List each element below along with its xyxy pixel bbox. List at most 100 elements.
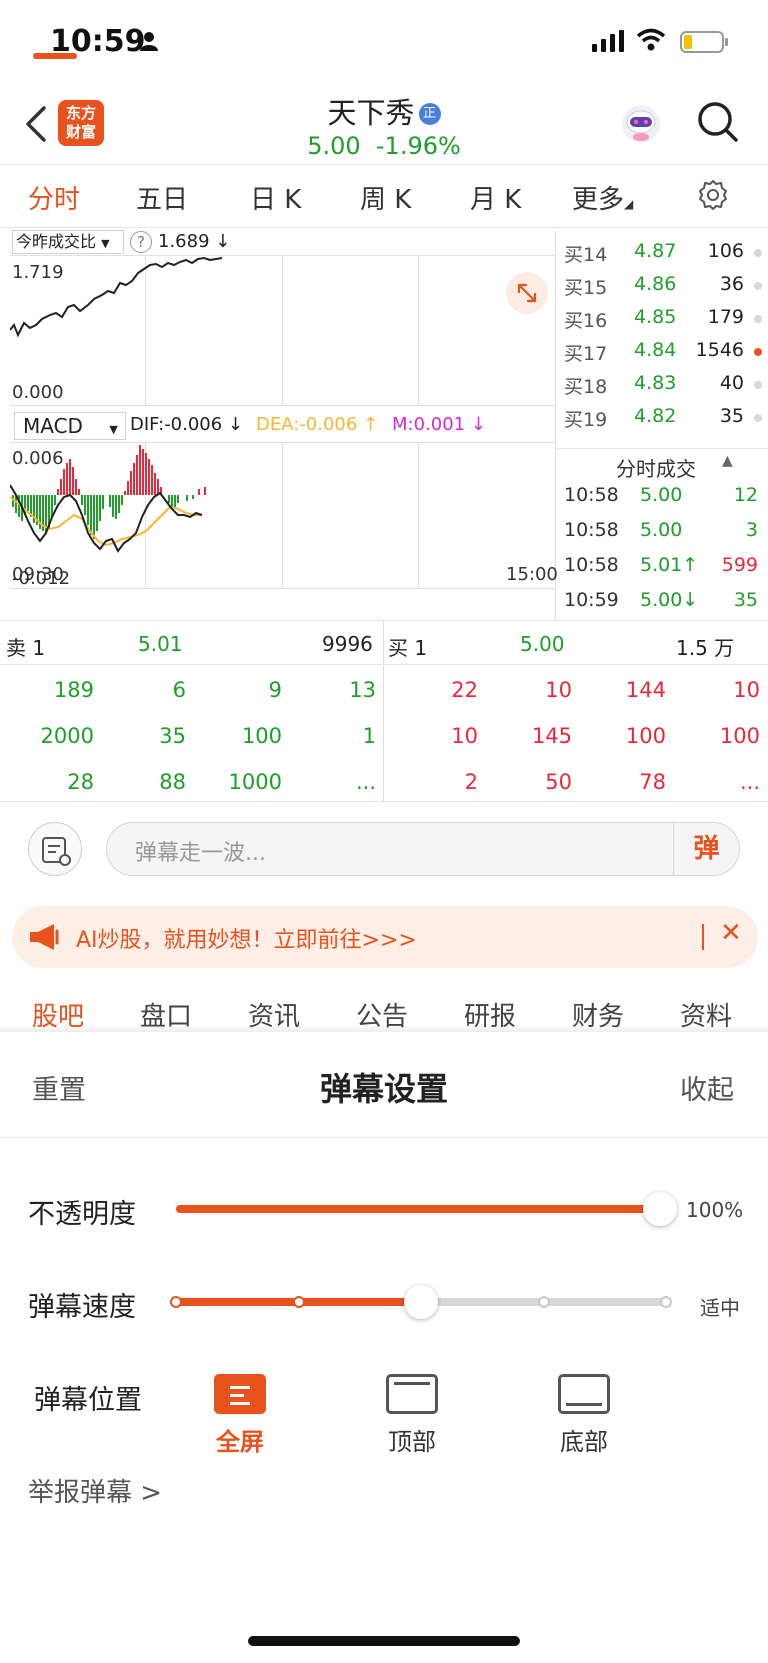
caret-up-icon: ▲ bbox=[722, 453, 733, 469]
order-volume: 179 bbox=[707, 306, 744, 328]
search-icon[interactable] bbox=[696, 100, 740, 144]
wifi-icon bbox=[636, 28, 666, 51]
order-price: 4.84 bbox=[634, 339, 677, 361]
macd-bars-red bbox=[57, 445, 206, 495]
order-volume: 106 bbox=[707, 240, 744, 262]
tab-more[interactable]: 更多◢ bbox=[572, 179, 633, 216]
buy-queue-cell: 10 bbox=[545, 678, 572, 702]
danmu-list-button[interactable] bbox=[28, 822, 82, 876]
speed-step-tick[interactable] bbox=[292, 1296, 305, 1308]
order-level-label: 买15 bbox=[564, 277, 608, 299]
volume-dot bbox=[754, 315, 762, 323]
report-danmu-link[interactable]: 举报弹幕 > bbox=[28, 1472, 162, 1509]
trade-row: 10:58 5.00 3 bbox=[564, 519, 764, 552]
ratio-selector[interactable]: 今昨成交比 ▼ bbox=[12, 230, 124, 254]
expand-icon[interactable] bbox=[506, 272, 548, 314]
collapse-button[interactable]: 收起 bbox=[680, 1068, 734, 1107]
tab-monthly-k[interactable]: 月 K bbox=[470, 179, 521, 216]
note-icon bbox=[42, 837, 71, 866]
order-price: 4.85 bbox=[634, 306, 677, 328]
tab-five-day[interactable]: 五日 bbox=[136, 179, 188, 216]
speed-label: 弹幕速度 bbox=[28, 1292, 136, 1323]
indicator-selector[interactable]: MACD ▼ bbox=[14, 412, 126, 440]
speed-step-tick[interactable] bbox=[660, 1296, 672, 1308]
macd-dif-line bbox=[10, 484, 203, 553]
position-bottom-label: 底部 bbox=[560, 1428, 608, 1456]
active-tab-underline bbox=[33, 53, 77, 59]
position-fullscreen-label: 全屏 bbox=[216, 1428, 264, 1456]
caret-down-icon: ◢ bbox=[624, 197, 634, 211]
speed-slider-handle[interactable] bbox=[404, 1285, 438, 1319]
trades-header[interactable]: 分时成交 ▲ bbox=[556, 448, 768, 482]
tab-intraday[interactable]: 分时 bbox=[28, 179, 80, 216]
trade-row: 10:58 5.00 12 bbox=[564, 484, 764, 517]
danmu-placeholder: 弹幕走一波... bbox=[135, 841, 266, 866]
home-indicator bbox=[248, 1636, 520, 1646]
order-volume: 1546 bbox=[695, 339, 744, 361]
order-book-row: 买17 4.84 1546 bbox=[564, 339, 764, 372]
ratio-axis-bottom: 0.000 bbox=[12, 382, 64, 403]
stock-price: 5.00 bbox=[307, 132, 361, 160]
help-icon[interactable]: ? bbox=[130, 231, 152, 253]
speed-value: 适中 bbox=[700, 1296, 740, 1320]
signal-icon bbox=[592, 30, 624, 52]
fullscreen-icon bbox=[214, 1374, 266, 1414]
order-volume: 35 bbox=[719, 405, 744, 427]
sell-queue-cell: ... bbox=[355, 770, 376, 794]
position-fullscreen[interactable]: 全屏 bbox=[200, 1374, 280, 1457]
trade-row: 10:58 5.01↑ 599 bbox=[564, 554, 764, 587]
sell-queue-cell: 9 bbox=[268, 678, 282, 702]
tab-weekly-k[interactable]: 周 K bbox=[360, 179, 411, 216]
ai-promo-banner[interactable]: AI炒股，就用妙想！立即前往>>> ✕ bbox=[12, 906, 758, 968]
trade-time: 10:58 bbox=[564, 519, 619, 541]
order-book-row: 买16 4.85 179 bbox=[564, 306, 764, 339]
banner-separator bbox=[702, 924, 704, 950]
opacity-slider-handle[interactable] bbox=[643, 1192, 677, 1226]
sell-queue-cell: 13 bbox=[349, 678, 376, 702]
macd-dea: DEA:-0.006 ↑ bbox=[256, 414, 379, 435]
buy1-price: 5.00 bbox=[520, 632, 565, 656]
robot-assistant-icon[interactable] bbox=[618, 100, 664, 146]
trade-volume: 12 bbox=[733, 484, 758, 506]
time-end: 15:00 bbox=[506, 564, 558, 585]
position-top[interactable]: 顶部 bbox=[372, 1374, 452, 1457]
order-level-label: 买14 bbox=[564, 244, 608, 266]
stock-name: 天下秀 bbox=[327, 96, 415, 130]
buy-queue-cell: 22 bbox=[451, 678, 478, 702]
trade-volume: 3 bbox=[745, 519, 758, 541]
danmu-send-button[interactable]: 弹 bbox=[673, 823, 739, 875]
grid-line bbox=[10, 405, 555, 406]
chart-tabs: 分时 五日 日 K 周 K 月 K 更多◢ bbox=[0, 164, 768, 228]
chart-right-border bbox=[555, 230, 556, 620]
battery-icon bbox=[680, 31, 728, 53]
trade-volume: 599 bbox=[721, 554, 758, 576]
trade-time: 10:58 bbox=[564, 554, 619, 576]
position-bottom[interactable]: 底部 bbox=[544, 1374, 624, 1457]
speed-step-tick[interactable] bbox=[170, 1296, 182, 1308]
trades-title: 分时成交 bbox=[616, 457, 696, 481]
order-book-row: 买18 4.83 40 bbox=[564, 372, 764, 405]
trade-time: 10:59 bbox=[564, 589, 619, 611]
indicator-selector-label: MACD bbox=[23, 414, 83, 438]
opacity-label: 不透明度 bbox=[28, 1199, 136, 1230]
level-separator bbox=[0, 664, 768, 665]
caret-down-icon: ▼ bbox=[109, 423, 118, 436]
trade-price: 5.00 bbox=[640, 484, 683, 506]
trade-price: 5.00 bbox=[640, 519, 683, 541]
trade-price: 5.00↓ bbox=[640, 589, 699, 611]
danmu-input[interactable]: 弹幕走一波... 弹 bbox=[106, 822, 740, 876]
ratio-line-chart bbox=[10, 256, 223, 338]
caret-down-icon: ▼ bbox=[101, 237, 110, 250]
speed-step-tick[interactable] bbox=[537, 1296, 550, 1308]
sell1-volume: 9996 bbox=[322, 632, 373, 656]
order-book-row: 买14 4.87 106 bbox=[564, 240, 764, 273]
order-price: 4.86 bbox=[634, 273, 677, 295]
ai-banner-text: AI炒股，就用妙想！立即前往>>> bbox=[76, 928, 417, 953]
sell-queue-cell: 35 bbox=[159, 724, 186, 748]
gear-icon[interactable] bbox=[696, 178, 730, 212]
volume-dot bbox=[754, 282, 762, 290]
buy-queue-cell: ... bbox=[739, 770, 760, 794]
tab-daily-k[interactable]: 日 K bbox=[250, 179, 301, 216]
ratio-selector-label: 今昨成交比 bbox=[16, 232, 97, 251]
close-icon[interactable]: ✕ bbox=[720, 918, 742, 948]
